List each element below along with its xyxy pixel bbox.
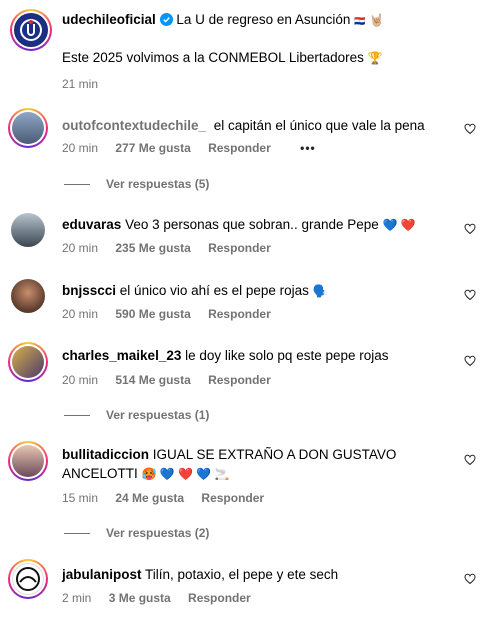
- divider-line: [64, 532, 90, 534]
- comment-time: 20 min: [62, 141, 99, 155]
- avatar[interactable]: [11, 279, 45, 313]
- comment-text: IGUAL SE EXTRAÑO A DON GUSTAVO: [152, 447, 397, 462]
- like-heart-icon[interactable]: [464, 355, 476, 367]
- post-avatar[interactable]: [10, 9, 52, 51]
- like-heart-icon[interactable]: [464, 223, 476, 235]
- comment-time: 20 min: [62, 241, 99, 255]
- caption-line-2: Este 2025 volvimos a la CONMEBOL Liberta…: [62, 50, 364, 65]
- avatar[interactable]: [8, 108, 48, 148]
- divider-line: [64, 414, 90, 416]
- comment-username[interactable]: charles_maikel_23: [62, 348, 181, 363]
- comment-likes[interactable]: 24 Me gusta: [115, 491, 184, 505]
- udechile-logo-icon: [15, 14, 47, 46]
- like-heart-icon[interactable]: [464, 289, 476, 301]
- comment-likes[interactable]: 514 Me gusta: [115, 373, 190, 387]
- comment-time: 20 min: [62, 307, 99, 321]
- comment-likes[interactable]: 3 Me gusta: [109, 591, 171, 605]
- view-replies-label: Ver respuestas (1): [106, 408, 210, 422]
- rock-hand-icon: 🤘🏼: [369, 13, 385, 27]
- paraguay-flag-icon: 🇵🇾: [354, 16, 366, 26]
- reply-button[interactable]: Responder: [208, 241, 271, 255]
- comment-text-line-2: ANCELOTTI: [62, 466, 138, 481]
- divider-line: [64, 183, 90, 185]
- like-heart-icon[interactable]: [464, 123, 476, 135]
- comment-username[interactable]: eduvaras: [62, 217, 121, 232]
- view-replies-button[interactable]: Ver respuestas (5): [64, 177, 209, 191]
- comment-likes[interactable]: 590 Me gusta: [115, 307, 190, 321]
- speaking-head-icon: 🗣️: [312, 284, 328, 298]
- view-replies-button[interactable]: Ver respuestas (1): [64, 408, 209, 422]
- avatar[interactable]: [8, 441, 48, 481]
- view-replies-label: Ver respuestas (2): [106, 526, 210, 540]
- trophy-icon: 🏆: [367, 51, 383, 65]
- comment-likes[interactable]: 277 Me gusta: [115, 141, 190, 155]
- ball-logo-icon: [16, 567, 40, 591]
- heart-emojis: 💙 ❤️: [382, 218, 416, 232]
- avatar[interactable]: [11, 213, 45, 247]
- reply-button[interactable]: Responder: [208, 307, 271, 321]
- caption-line-1: La U de regreso en Asunción: [176, 12, 351, 27]
- reply-button[interactable]: Responder: [208, 373, 271, 387]
- post-username[interactable]: udechileoficial: [62, 12, 156, 27]
- reply-button[interactable]: Responder: [188, 591, 251, 605]
- comment-emojis: 🥵 💙 ❤️ 💙 🚬: [141, 467, 230, 481]
- comment-time: 20 min: [62, 373, 99, 387]
- view-replies-label: Ver respuestas (5): [106, 177, 210, 191]
- comment-text: Veo 3 personas que sobran.. grande Pepe: [125, 217, 379, 232]
- like-heart-icon[interactable]: [464, 454, 476, 466]
- verified-badge-icon: [159, 13, 173, 26]
- comment-text: el capitán el único que vale la pena: [213, 118, 425, 133]
- like-heart-icon[interactable]: [464, 573, 476, 585]
- comment-text: el único vio ahí es el pepe rojas: [119, 283, 309, 298]
- comment-text: Tilín, potaxio, el pepe y ete sech: [145, 567, 339, 582]
- comment-time: 15 min: [62, 491, 99, 505]
- comment-text: le doy like solo pq este pepe rojas: [185, 348, 389, 363]
- reply-button[interactable]: Responder: [208, 141, 271, 155]
- comment-time: 2 min: [62, 591, 92, 605]
- post-time: 21 min: [62, 77, 99, 91]
- avatar[interactable]: [8, 342, 48, 382]
- comment-likes[interactable]: 235 Me gusta: [115, 241, 190, 255]
- comment-username[interactable]: bullitadiccion: [62, 447, 149, 462]
- comment-username[interactable]: bnjsscci: [62, 283, 116, 298]
- avatar[interactable]: [8, 559, 48, 599]
- comment-username[interactable]: outofcontextudechile_: [62, 118, 206, 133]
- view-replies-button[interactable]: Ver respuestas (2): [64, 526, 209, 540]
- more-options-icon[interactable]: •••: [300, 141, 316, 155]
- comment-username[interactable]: jabulanipost: [62, 567, 142, 582]
- reply-button[interactable]: Responder: [201, 491, 264, 505]
